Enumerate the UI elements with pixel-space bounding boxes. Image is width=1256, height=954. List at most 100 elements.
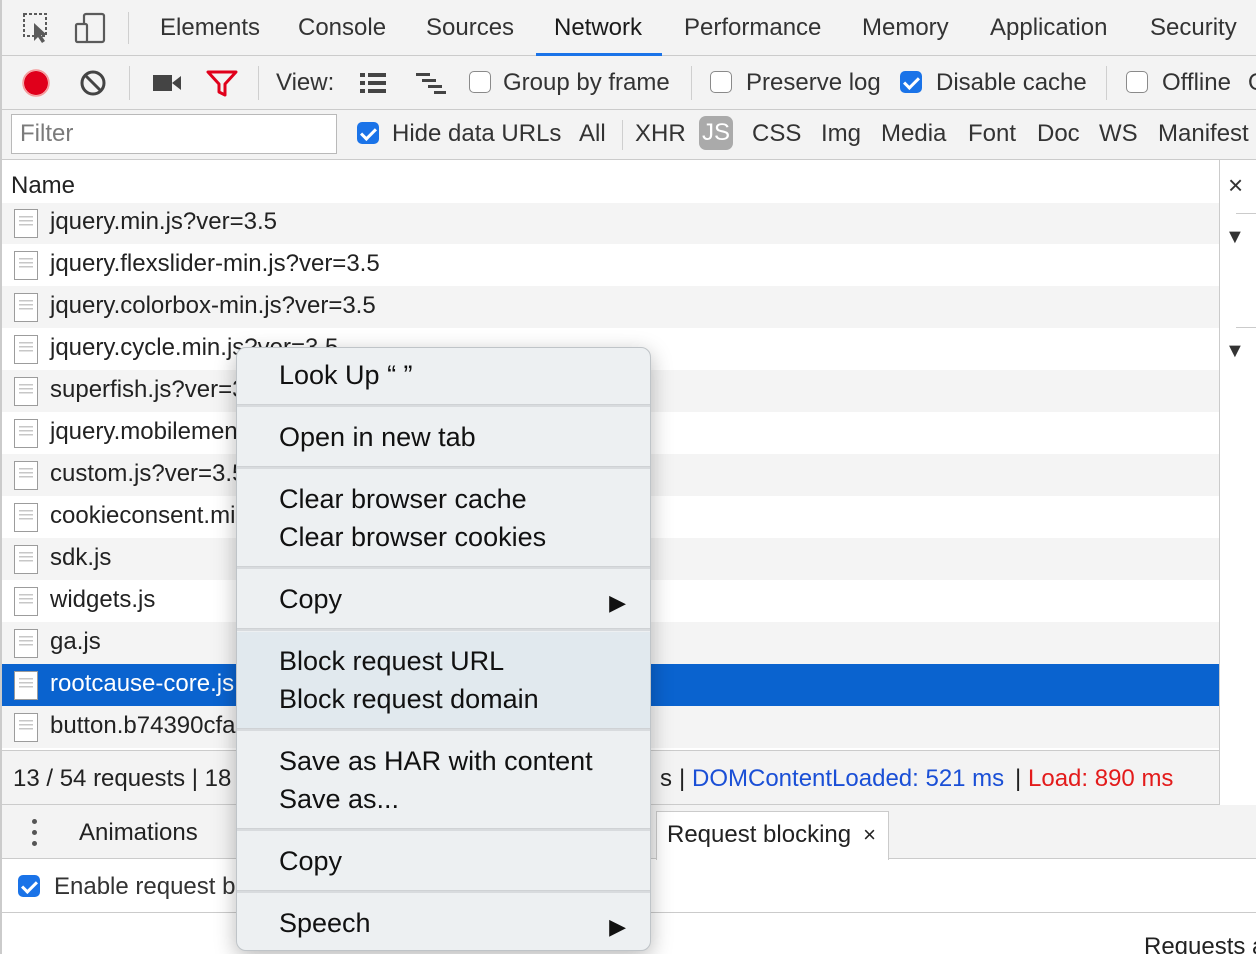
menu-item-label: Block request URL xyxy=(279,646,505,676)
menu-item-copy[interactable]: Copy xyxy=(237,846,650,877)
tab-console[interactable]: Console xyxy=(298,0,386,55)
script-file-icon xyxy=(14,461,38,490)
context-menu: Look Up “ ” Open in new tab Clear browser … xyxy=(236,347,651,951)
menu-item-open-in-new-tab[interactable]: Open in new tab xyxy=(237,422,650,453)
filter-type-font[interactable]: Font xyxy=(968,120,1016,148)
menu-item-copy[interactable]: Copy ▶ xyxy=(237,584,650,615)
tab-sources[interactable]: Sources xyxy=(426,0,514,55)
request-name: jquery.colorbox-min.js?ver=3.5 xyxy=(50,292,376,319)
menu-item-label: Speech xyxy=(279,908,371,938)
hide-data-urls-checkbox[interactable] xyxy=(357,122,379,144)
filter-type-js[interactable]: JS xyxy=(699,116,734,150)
filter-funnel-icon[interactable] xyxy=(206,69,238,97)
request-name: jquery.mobilemen xyxy=(50,418,238,445)
script-file-icon xyxy=(14,377,38,406)
script-file-icon xyxy=(14,545,38,574)
disable-cache-checkbox[interactable] xyxy=(900,71,922,93)
tab-application[interactable]: Application xyxy=(990,0,1107,55)
offline-label: Offline xyxy=(1162,69,1231,96)
table-row[interactable]: jquery.min.js?ver=3.5 xyxy=(2,203,1219,244)
script-file-icon xyxy=(14,713,38,742)
menu-item-block-request-url[interactable]: Block request URL xyxy=(237,646,650,677)
waterfall-overview-icon[interactable] xyxy=(414,71,448,95)
group-by-frame-checkbox[interactable] xyxy=(469,71,491,93)
request-name: cookieconsent.mi xyxy=(50,502,236,529)
menu-item-clear-browser-cookies[interactable]: Clear browser cookies xyxy=(237,522,650,553)
script-file-icon xyxy=(14,209,38,238)
drawer-tab-animations[interactable]: Animations xyxy=(79,819,198,847)
drawer-tab-request-blocking[interactable]: Request blocking × xyxy=(656,811,889,860)
request-name: rootcause-core.js xyxy=(50,670,235,697)
load-time: Load: 890 ms xyxy=(1028,765,1174,792)
record-button[interactable] xyxy=(22,69,50,97)
toolbar-separator xyxy=(258,66,259,100)
menu-item-label: Open in new tab xyxy=(279,422,476,452)
enable-request-blocking-checkbox[interactable] xyxy=(18,875,40,897)
request-name: custom.js?ver=3.5 xyxy=(50,460,246,487)
menu-separator xyxy=(237,466,650,469)
menu-item-clear-browser-cache[interactable]: Clear browser cache xyxy=(237,484,650,515)
submenu-arrow-icon: ▶ xyxy=(609,590,626,615)
request-name: button.b74390cfa xyxy=(50,712,236,739)
network-toolbar: View: Group by frame Preserve log Disabl… xyxy=(0,56,1256,110)
menu-item-label: Clear browser cache xyxy=(279,484,527,514)
script-file-icon xyxy=(14,335,38,364)
view-label: View: xyxy=(276,69,335,96)
expand-triangle-icon[interactable]: ▼ xyxy=(1225,340,1245,363)
tab-performance[interactable]: Performance xyxy=(684,0,821,55)
close-icon[interactable]: × xyxy=(1228,170,1243,201)
filter-type-doc[interactable]: Doc xyxy=(1037,120,1080,148)
menu-item-save-as[interactable]: Save as... xyxy=(237,784,650,815)
tab-security[interactable]: Security xyxy=(1150,0,1237,55)
table-row[interactable]: jquery.colorbox-min.js?ver=3.5 xyxy=(2,286,1219,328)
tab-elements[interactable]: Elements xyxy=(160,0,260,55)
name-column-label: Name xyxy=(11,172,76,199)
filter-type-ws[interactable]: WS xyxy=(1099,120,1138,148)
script-file-icon xyxy=(14,503,38,532)
request-name: sdk.js xyxy=(50,544,112,571)
device-toolbar-icon[interactable] xyxy=(74,12,108,51)
menu-separator xyxy=(237,890,650,893)
menu-item-look-up[interactable]: Look Up “ ” xyxy=(237,360,650,391)
preserve-log-checkbox[interactable] xyxy=(710,71,732,93)
filter-type-media[interactable]: Media xyxy=(881,120,946,148)
more-tools-kebab-icon[interactable] xyxy=(32,819,38,847)
script-file-icon xyxy=(14,293,38,322)
inspect-element-icon[interactable] xyxy=(22,12,52,51)
filter-type-img[interactable]: Img xyxy=(821,120,861,148)
menu-item-save-as-har-with-content[interactable]: Save as HAR with content xyxy=(237,746,650,777)
offline-checkbox[interactable] xyxy=(1126,71,1148,93)
menu-separator xyxy=(237,404,650,407)
enable-request-blocking-label: Enable request bl xyxy=(54,873,241,900)
filter-separator xyxy=(622,120,623,150)
request-name: superfish.js?ver=3 xyxy=(50,376,246,403)
large-rows-icon[interactable] xyxy=(358,71,388,95)
filter-bar: Hide data URLs All XHR JS CSS Img Media … xyxy=(0,110,1256,160)
script-file-icon xyxy=(14,671,38,700)
tab-network[interactable]: Network xyxy=(535,0,663,56)
toolbar-separator xyxy=(691,66,692,100)
throttling-dropdown-cut[interactable]: O xyxy=(1248,69,1256,97)
toolbar-separator xyxy=(129,66,130,100)
disable-cache-label: Disable cache xyxy=(936,69,1087,96)
request-name: jquery.flexslider-min.js?ver=3.5 xyxy=(50,250,380,277)
menu-item-block-request-domain[interactable]: Block request domain xyxy=(237,684,650,715)
table-row[interactable]: jquery.flexslider-min.js?ver=3.5 xyxy=(2,244,1219,286)
filter-input[interactable] xyxy=(11,114,337,154)
script-file-icon xyxy=(14,629,38,658)
details-divider xyxy=(1236,327,1256,328)
tab-memory[interactable]: Memory xyxy=(862,0,949,55)
script-file-icon xyxy=(14,251,38,280)
clear-icon[interactable] xyxy=(79,69,107,97)
close-tab-icon[interactable]: × xyxy=(863,822,876,847)
filter-type-xhr[interactable]: XHR xyxy=(635,120,686,148)
menu-item-speech[interactable]: Speech ▶ xyxy=(237,908,650,939)
request-blocking-hint: Requests a xyxy=(1144,933,1256,954)
filter-type-all[interactable]: All xyxy=(579,120,606,148)
filter-type-manifest[interactable]: Manifest xyxy=(1158,120,1249,148)
filter-type-css[interactable]: CSS xyxy=(752,120,801,148)
dom-content-loaded-time: DOMContentLoaded: 521 ms xyxy=(692,765,1005,792)
menu-item-label: Look Up “ ” xyxy=(279,360,413,390)
expand-triangle-icon[interactable]: ▼ xyxy=(1225,226,1245,249)
screenshot-camera-icon[interactable] xyxy=(152,72,182,94)
